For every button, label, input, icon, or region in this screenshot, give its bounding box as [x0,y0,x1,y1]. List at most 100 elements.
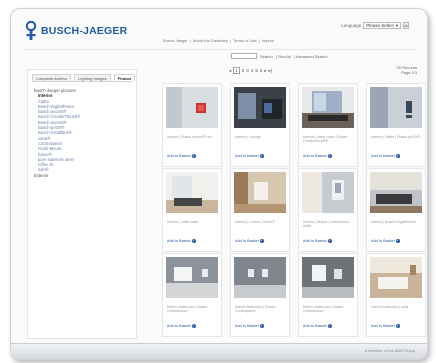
add-to-basket-link[interactable]: Add to Basket + [167,154,196,158]
page-link[interactable]: 2 [242,68,245,73]
image-card[interactable]: Interior | Corner | future® Add to Basket… [230,168,290,252]
image-card[interactable]: Interior | white base Add to Basket + [162,168,222,252]
last-page-icon[interactable]: ▸| [269,68,272,74]
image-caption: Interior | Busch-Controlpanel white [303,220,349,229]
plus-icon: + [327,239,332,243]
sidebar: Complete Archive Lighting Images Photos Bu… [27,69,137,339]
image-card[interactable]: Interior bathroom | Busch-Controlpanel Ad… [230,253,290,337]
page-link[interactable]: 1 [233,67,240,74]
add-to-basket-link[interactable]: Add to Basket + [303,154,332,158]
add-to-basket-label: Add to Basket [167,239,191,243]
image-card[interactable]: Interior bathroom | Busch-Controlpanel Ad… [298,253,358,337]
search-link[interactable]: | Find All [276,54,291,59]
image-caption: Interior | Lounge [235,135,262,139]
plus-icon: + [327,154,332,158]
plus-icon: + [191,324,196,328]
thumbnail-image[interactable] [166,87,218,128]
add-to-basket-label: Add to Basket [235,154,259,158]
sidebar-tab[interactable]: Photos [113,74,136,81]
thumbnail-image[interactable] [234,87,286,128]
image-grid: Interior | Busch-axcent® red Add to Baske… [162,83,426,337]
image-card[interactable]: Interior | Stairs | Busch-priOn® Add to B… [366,83,426,167]
footer-text: a member of the ABB Group [364,348,415,353]
results-page: Page 1/3 [400,70,417,75]
image-caption: Interior | Corner | future® [235,220,275,224]
add-to-basket-label: Add to Basket [303,154,327,158]
image-card[interactable]: Interior | Busch-DigitalRoom Add to Baske… [366,168,426,252]
chevron-down-icon: ▾ [395,22,398,28]
add-to-basket-link[interactable]: Add to Basket + [371,154,400,158]
add-to-basket-link[interactable]: Add to Basket + [303,324,332,328]
image-card[interactable]: Interior | living room | Busch-ComfortTo… [298,83,358,167]
plus-icon: + [259,239,264,243]
brand-logo[interactable]: BUSCH-JAEGER [25,21,145,45]
sidebar-tab[interactable]: Complete Archive [32,74,72,81]
search-bar: Search | Find All | Advanced Search [231,53,327,59]
language-selector: Language Please Select ▾ ok [341,22,409,29]
plus-icon: + [395,154,400,158]
brand-name: BUSCH-JAEGER [41,25,128,37]
image-card[interactable]: Interior bathroom | sofa Add to Basket + [366,253,426,337]
language-dropdown[interactable]: Please Select ▾ [363,22,401,29]
add-to-basket-link[interactable]: Add to Basket + [167,324,196,328]
page-link[interactable]: 4 [251,68,254,73]
window-footer: a member of the ABB Group [11,343,427,359]
thumbnail-image[interactable] [166,257,218,298]
next-page-icon[interactable]: ▸ [264,68,266,74]
category-tree: Busch-Jaeger pictures Interior Alpha Busch-… [28,82,136,184]
page-link[interactable]: 3 [246,68,249,73]
prev-page-icon[interactable]: ◂ [229,68,231,74]
tree-item[interactable]: Exterior [34,173,130,178]
image-card[interactable]: Interior bathroom | Busch-Controlpanel Ad… [162,253,222,337]
plus-icon: + [191,154,196,158]
thumbnail-image[interactable] [302,87,354,128]
search-input[interactable] [231,53,257,59]
thumbnail-image[interactable] [234,257,286,298]
add-to-basket-label: Add to Basket [303,239,327,243]
plus-icon: + [259,324,264,328]
add-to-basket-label: Add to Basket [371,324,395,328]
add-to-basket-link[interactable]: Add to Basket + [371,324,400,328]
thumbnail-image[interactable] [302,257,354,298]
image-caption: Interior | white base [167,220,199,224]
top-navigation: Busch-Jaeger | About the Database | Terms of… [163,38,274,43]
results-info: 30 Records Page 1/3 [397,65,417,75]
busch-jaeger-logo-icon [25,21,37,40]
thumbnail-image[interactable] [370,257,422,298]
add-to-basket-link[interactable]: Add to Basket + [303,239,332,243]
link-separator: | [189,38,191,43]
thumbnail-image[interactable] [302,172,354,213]
search-link[interactable]: Search [260,54,273,59]
add-to-basket-label: Add to Basket [371,239,395,243]
language-ok-button[interactable]: ok [403,22,409,29]
plus-icon: + [327,324,332,328]
image-card[interactable]: Interior | Busch-Controlpanel white Add t… [298,168,358,252]
pagination: ◂ 1 2 3 4 5 6 ▸ ▸| [229,67,272,74]
thumbnail-image[interactable] [166,172,218,213]
add-to-basket-label: Add to Basket [167,154,191,158]
thumbnail-image[interactable] [370,87,422,128]
add-to-basket-link[interactable]: Add to Basket + [371,239,400,243]
add-to-basket-link[interactable]: Add to Basket + [235,324,264,328]
link-separator: | [258,38,260,43]
add-to-basket-link[interactable]: Add to Basket + [235,154,264,158]
add-to-basket-link[interactable]: Add to Basket + [167,239,196,243]
thumbnail-image[interactable] [234,172,286,213]
top-link[interactable]: Terms of Use [233,38,257,43]
top-link[interactable]: Imprint [262,38,274,43]
image-caption: Interior | Busch-DigitalRoom [371,220,416,224]
link-separator: | [230,38,232,43]
page-link[interactable]: 5 [255,68,258,73]
image-card[interactable]: Interior | Busch-axcent® red Add to Baske… [162,83,222,167]
add-to-basket-link[interactable]: Add to Basket + [235,239,264,243]
sidebar-tab[interactable]: Lighting Images [74,74,111,81]
image-card[interactable]: Interior | Lounge Add to Basket + [230,83,290,167]
search-link[interactable]: | Advanced Search [294,54,328,59]
image-caption: Interior | living room | Busch-ComfortTo… [303,135,349,144]
top-link[interactable]: About the Database [193,38,228,43]
plus-icon: + [395,239,400,243]
page-link[interactable]: 6 [260,68,263,73]
thumbnail-image[interactable] [370,172,422,213]
top-link[interactable]: Busch-Jaeger [163,38,188,43]
search-links: Search | Find All | Advanced Search [260,54,327,59]
